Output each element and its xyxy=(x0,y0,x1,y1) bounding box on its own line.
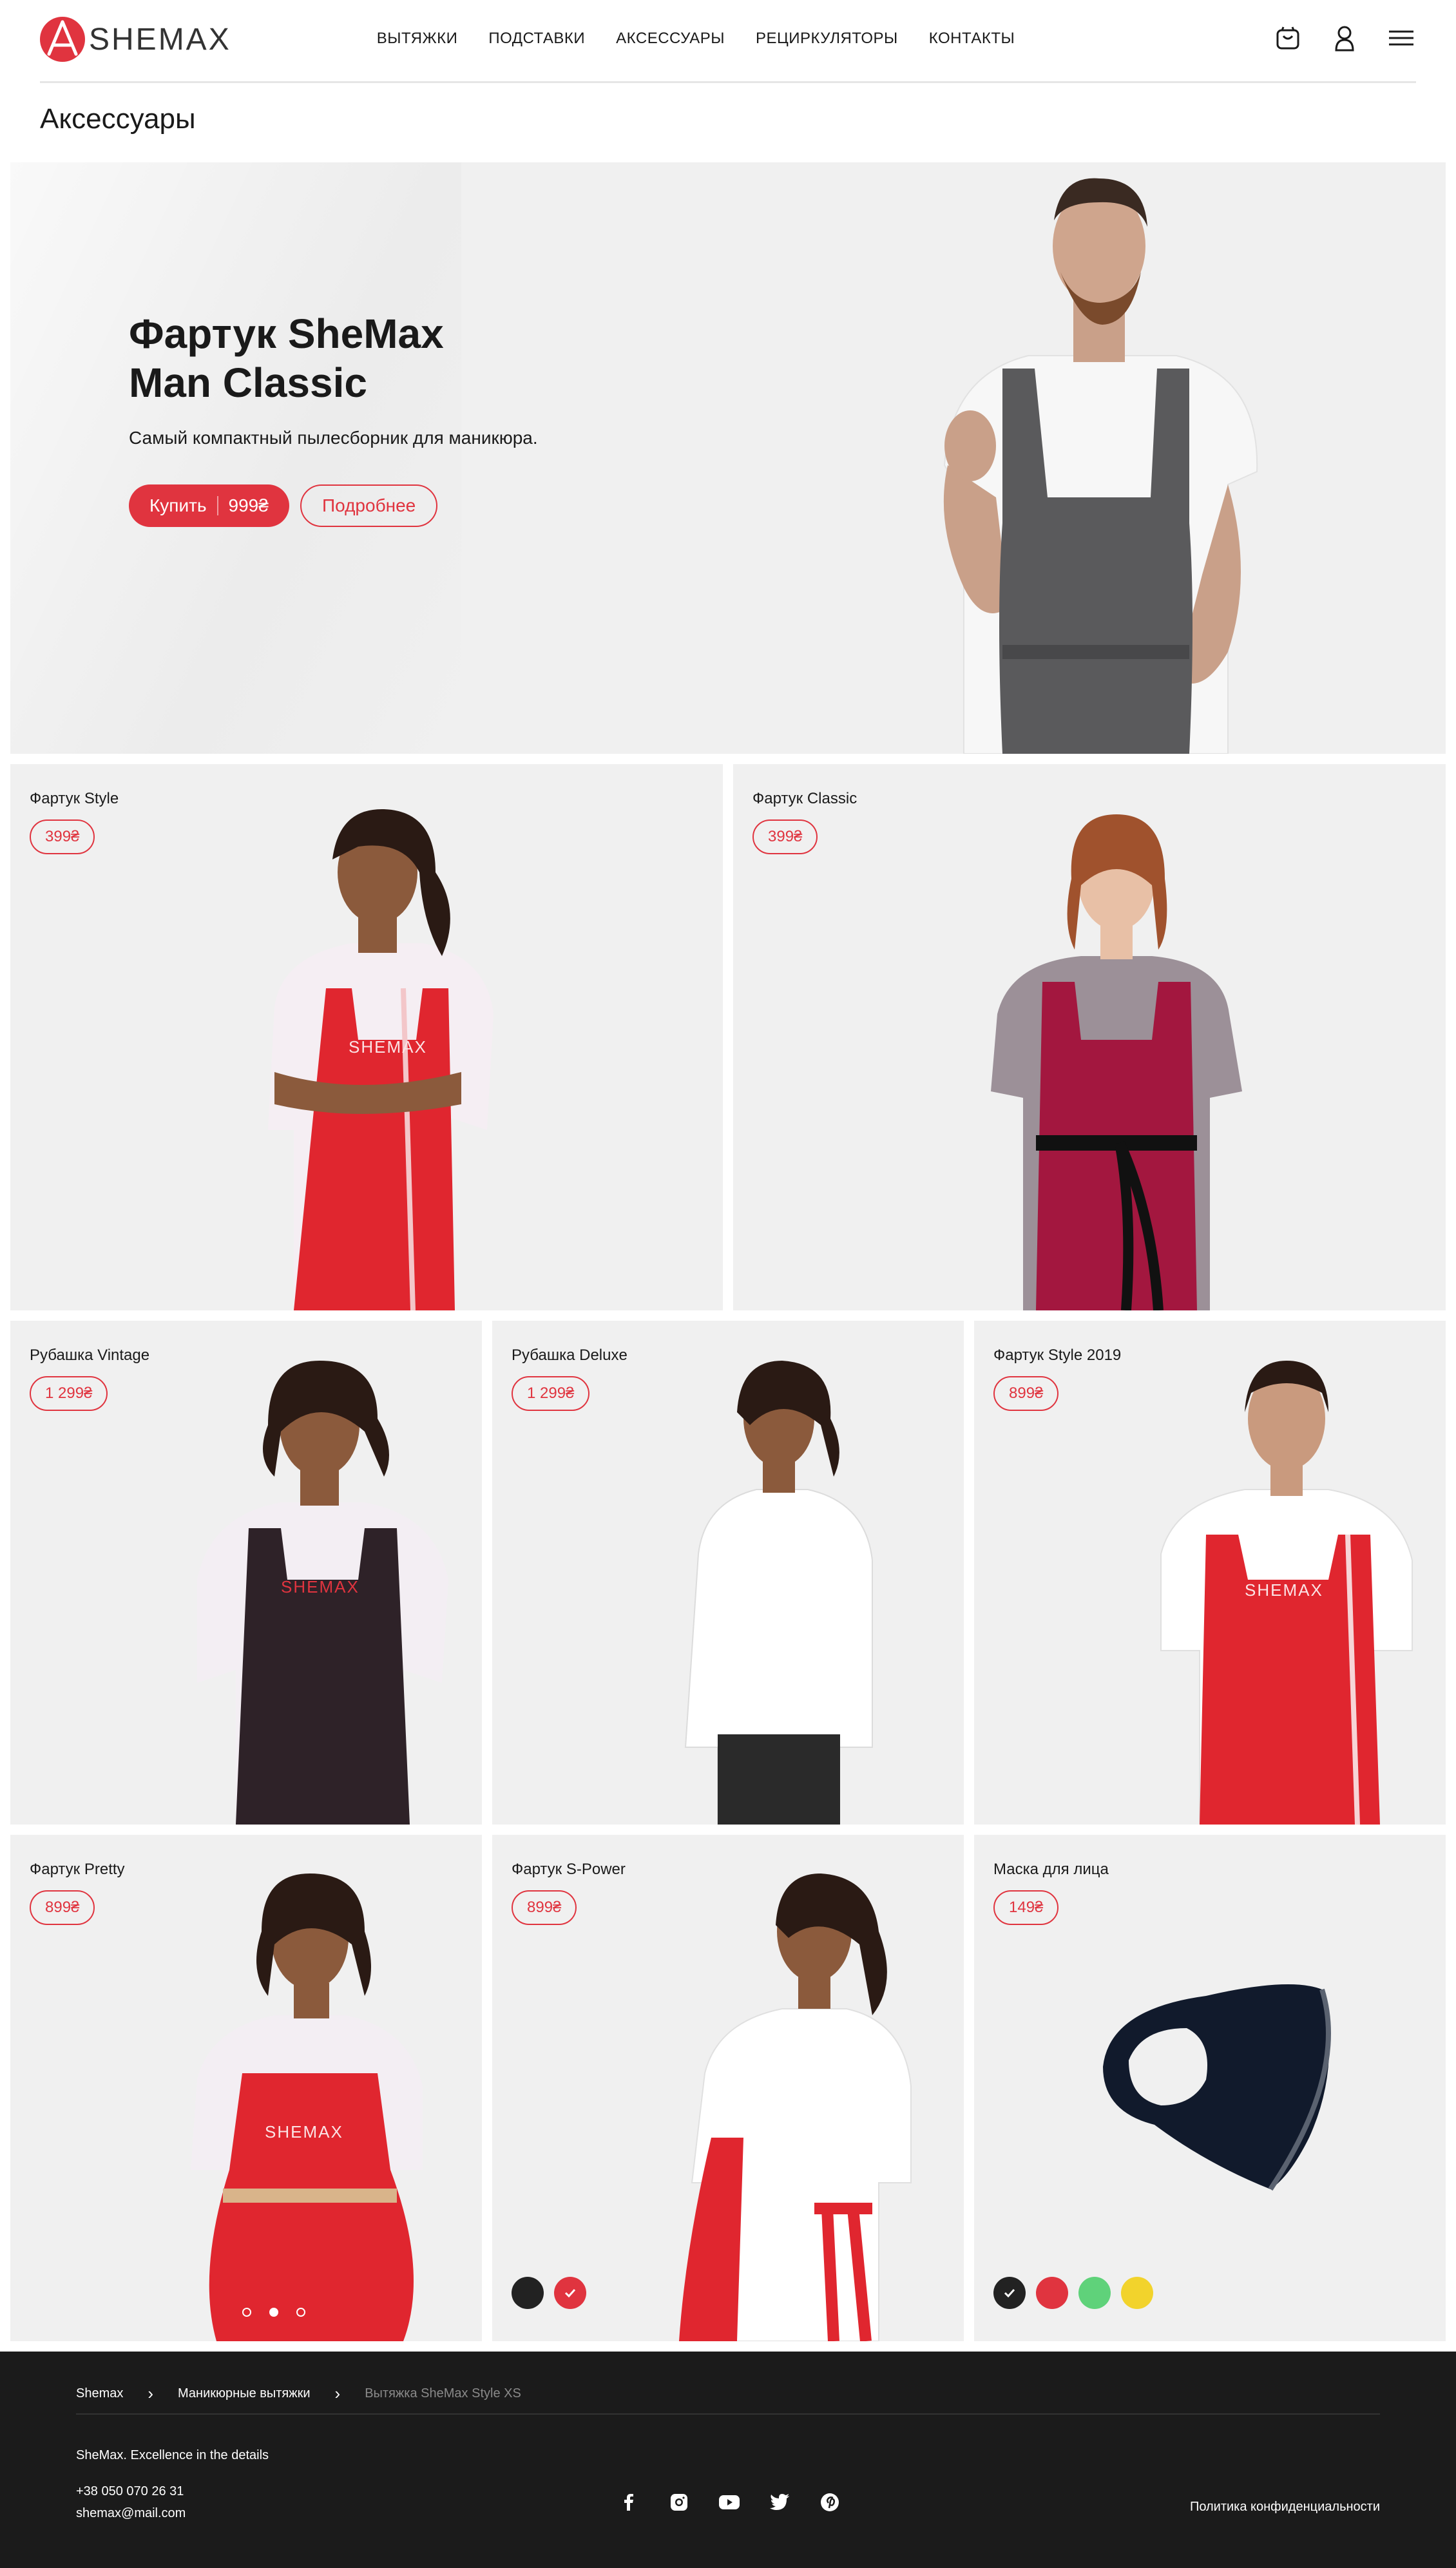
image-carousel-dots xyxy=(242,2308,305,2317)
product-name: Фартук S-Power xyxy=(512,1861,626,1878)
carousel-dot[interactable] xyxy=(269,2308,278,2317)
product-name: Маска для лица xyxy=(993,1861,1109,1878)
product-price: 399₴ xyxy=(752,819,818,854)
product-card[interactable]: Рубашка Vintage 1 299₴ SHEMAX xyxy=(10,1321,482,1825)
logo-mark-icon xyxy=(40,17,85,62)
cart-icon[interactable] xyxy=(1273,23,1303,53)
product-name: Фартук Pretty xyxy=(30,1861,125,1878)
breadcrumb-item[interactable]: Shemax xyxy=(76,2386,123,2401)
facebook-icon[interactable] xyxy=(617,2491,640,2514)
svg-text:SHEMAX: SHEMAX xyxy=(1245,1580,1323,1600)
product-image xyxy=(1103,1984,1331,2191)
pinterest-icon[interactable] xyxy=(818,2491,841,2514)
nav-item-hoods[interactable]: ВЫТЯЖКИ xyxy=(377,30,458,48)
privacy-policy-link[interactable]: Политика конфиденциальности xyxy=(1190,2500,1380,2515)
product-image xyxy=(991,814,1242,1310)
social-links xyxy=(617,2491,841,2514)
header-divider xyxy=(40,81,1416,83)
product-card[interactable]: Фартук S-Power 899₴ xyxy=(492,1835,964,2341)
product-name: Фартук Style 2019 xyxy=(993,1346,1122,1364)
swatch-black[interactable] xyxy=(512,2277,544,2309)
product-price: 149₴ xyxy=(993,1890,1059,1925)
user-icon[interactable] xyxy=(1330,23,1359,53)
product-image: SHEMAX xyxy=(1160,1361,1413,1825)
svg-text:SHEMAX: SHEMAX xyxy=(281,1577,359,1596)
hero-subtitle: Самый компактный пылесборник для маникюр… xyxy=(129,428,538,448)
product-name: Рубашка Deluxe xyxy=(512,1346,627,1364)
footer-email[interactable]: shemax@mail.com xyxy=(76,2506,186,2521)
logo[interactable]: SHEMAX xyxy=(40,17,231,62)
hero-product-image xyxy=(943,178,1258,754)
footer-tagline: SheMax. Excellence in the details xyxy=(76,2448,269,2462)
product-card[interactable]: Фартук Style 399₴ SHEMAX xyxy=(10,764,723,1310)
swatch-yellow[interactable] xyxy=(1121,2277,1153,2309)
product-name: Фартук Classic xyxy=(752,790,857,807)
product-card[interactable]: Фартук Classic 399₴ xyxy=(733,764,1446,1310)
product-card[interactable]: Фартук Pretty 899₴ SHEMAX xyxy=(10,1835,482,2341)
hero-title: Фартук SheMax Man Classic xyxy=(129,311,444,406)
details-button[interactable]: Подробнее xyxy=(300,484,438,527)
breadcrumb-item[interactable]: Маникюрные вытяжки xyxy=(178,2386,311,2401)
nav-item-stands[interactable]: ПОДСТАВКИ xyxy=(488,30,585,48)
hero-banner: Фартук SheMax Man Classic Самый компактн… xyxy=(10,162,1446,754)
twitter-icon[interactable] xyxy=(768,2491,791,2514)
buy-button[interactable]: Купить 999₴ xyxy=(129,484,289,527)
product-name: Рубашка Vintage xyxy=(30,1346,150,1364)
footer-phone[interactable]: +38 050 070 26 31 xyxy=(76,2484,184,2499)
product-image: SHEMAX xyxy=(268,809,493,1310)
svg-text:SHEMAX: SHEMAX xyxy=(265,2122,343,2142)
check-icon xyxy=(1004,2288,1015,2298)
check-icon xyxy=(564,2288,576,2298)
swatch-red[interactable] xyxy=(1036,2277,1068,2309)
product-price: 899₴ xyxy=(993,1376,1059,1411)
product-card[interactable]: Фартук Style 2019 899₴ SHEMAX xyxy=(974,1321,1446,1825)
breadcrumb: Shemax › Маникюрные вытяжки › Вытяжка Sh… xyxy=(76,2384,521,2404)
chevron-right-icon: › xyxy=(148,2384,154,2403)
nav-item-accessories[interactable]: АКСЕССУАРЫ xyxy=(616,30,725,48)
page-title: Аксессуары xyxy=(40,103,196,135)
buy-price: 999₴ xyxy=(228,495,269,515)
swatch-red-selected[interactable] xyxy=(554,2277,586,2309)
site-footer: Shemax › Маникюрные вытяжки › Вытяжка Sh… xyxy=(0,2352,1456,2568)
instagram-icon[interactable] xyxy=(667,2491,691,2514)
footer-divider xyxy=(76,2413,1380,2415)
svg-text:SHEMAX: SHEMAX xyxy=(349,1037,427,1057)
swatch-green[interactable] xyxy=(1078,2277,1111,2309)
carousel-dot[interactable] xyxy=(296,2308,305,2317)
product-price: 899₴ xyxy=(512,1890,577,1925)
nav-item-contacts[interactable]: КОНТАКТЫ xyxy=(929,30,1015,48)
site-header: SHEMAX ВЫТЯЖКИ ПОДСТАВКИ АКСЕССУАРЫ РЕЦИ… xyxy=(0,0,1456,83)
menu-icon[interactable] xyxy=(1386,23,1416,53)
product-name: Фартук Style xyxy=(30,790,119,807)
product-price: 1 299₴ xyxy=(512,1376,590,1411)
product-card[interactable]: Рубашка Deluxe 1 299₴ xyxy=(492,1321,964,1825)
product-card[interactable]: Маска для лица 149₴ xyxy=(974,1835,1446,2341)
product-price: 1 299₴ xyxy=(30,1376,108,1411)
nav-item-recirculators[interactable]: РЕЦИРКУЛЯТОРЫ xyxy=(756,30,898,48)
product-image: SHEMAX xyxy=(197,1361,448,1825)
logo-text: SHEMAX xyxy=(89,22,231,57)
carousel-dot[interactable] xyxy=(242,2308,251,2317)
product-image xyxy=(684,1361,873,1825)
header-actions xyxy=(1273,23,1416,53)
swatch-black-selected[interactable] xyxy=(993,2277,1026,2309)
youtube-icon[interactable] xyxy=(718,2491,741,2514)
color-swatches xyxy=(993,2277,1153,2309)
product-image: SHEMAX xyxy=(191,1873,423,2341)
breadcrumb-current: Вытяжка SheMax Style XS xyxy=(365,2386,521,2400)
chevron-right-icon: › xyxy=(334,2384,341,2403)
product-image xyxy=(679,1873,912,2341)
product-price: 899₴ xyxy=(30,1890,95,1925)
product-price: 399₴ xyxy=(30,819,95,854)
color-swatches xyxy=(512,2277,586,2309)
